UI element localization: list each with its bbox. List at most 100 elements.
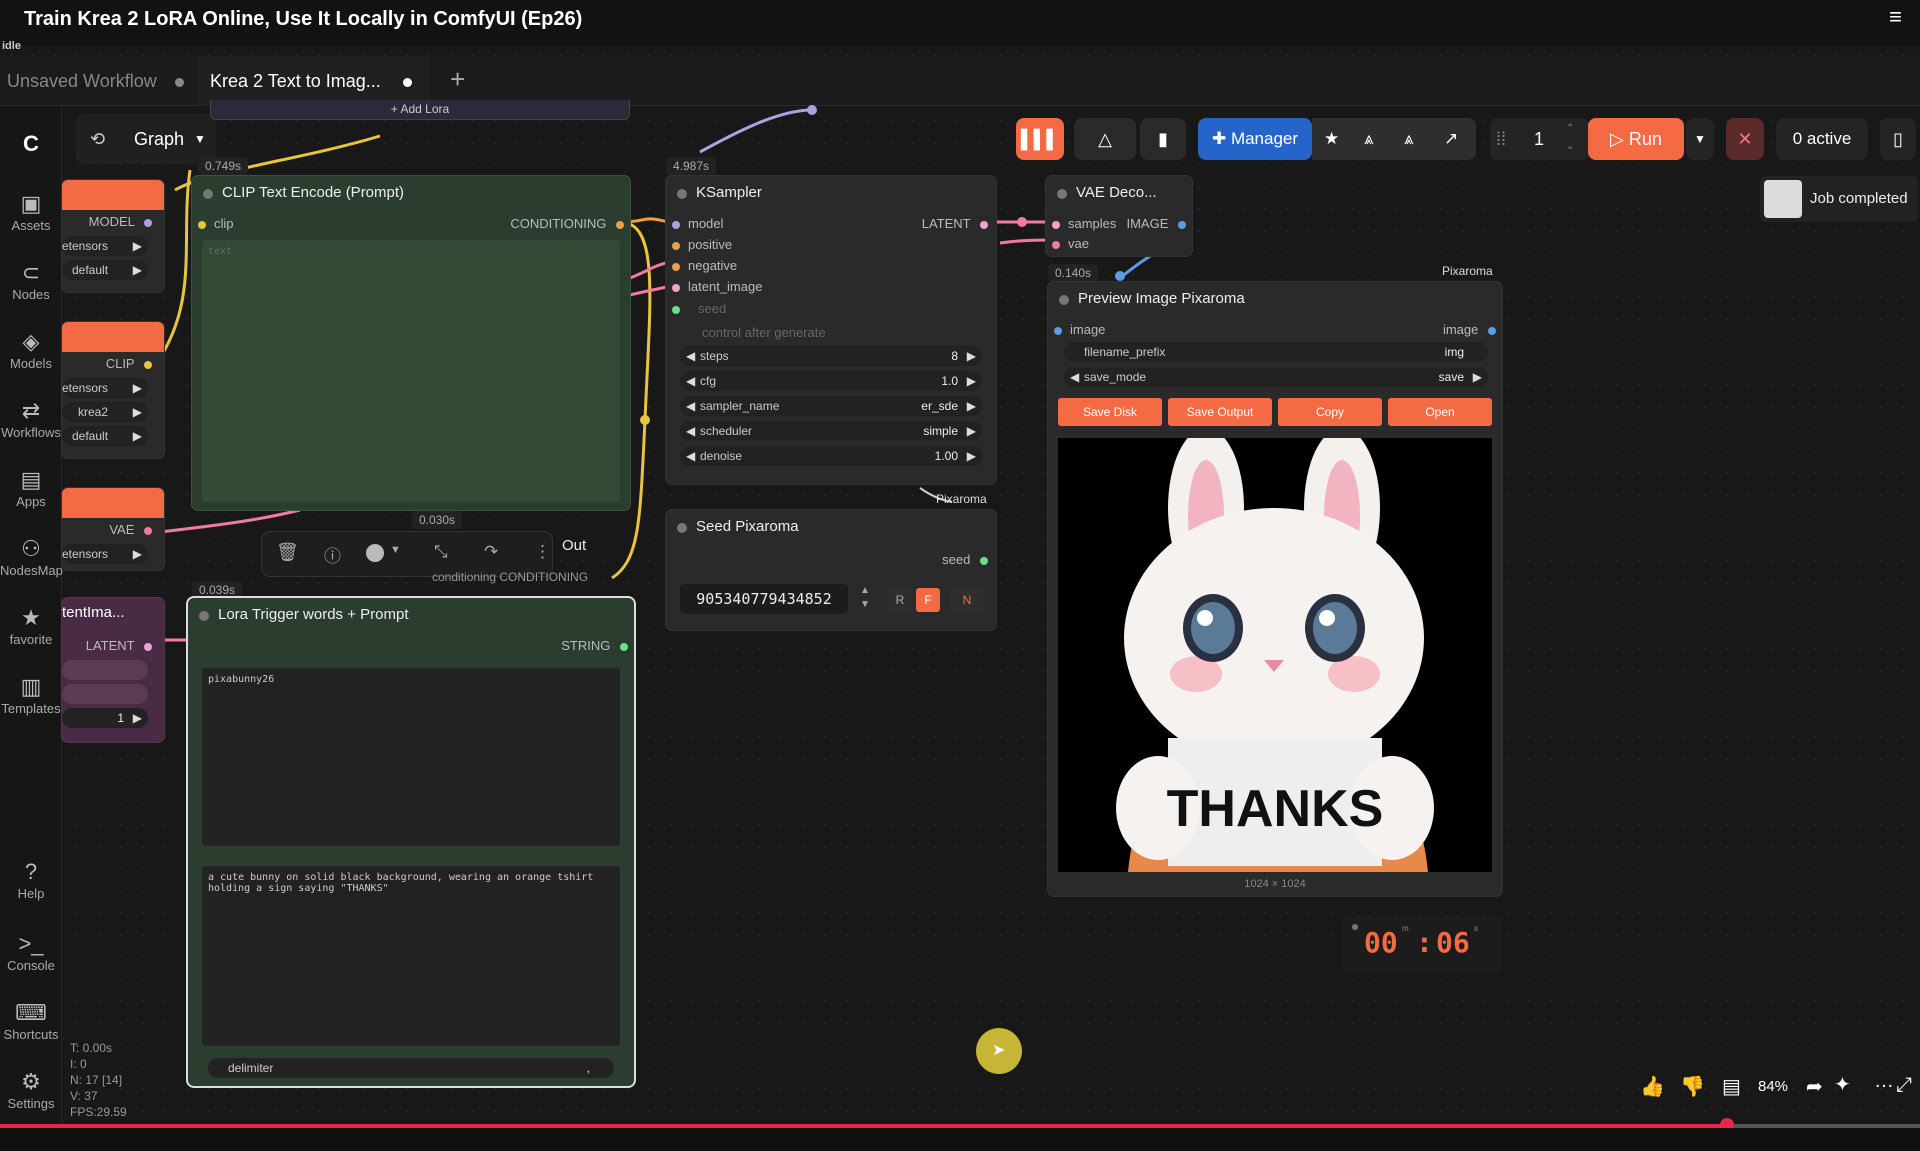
port-label: control after generate bbox=[702, 325, 826, 340]
latent-output[interactable]: LATENT bbox=[86, 638, 152, 653]
new-seed-button[interactable]: N bbox=[950, 588, 984, 612]
image-output[interactable]: image bbox=[1443, 322, 1496, 337]
more-icon[interactable]: ⋮ bbox=[534, 542, 551, 562]
seed-input[interactable]: seed bbox=[672, 301, 726, 316]
chevron-down-icon[interactable]: ▼ bbox=[390, 544, 401, 556]
open-button[interactable]: Open bbox=[1388, 398, 1492, 426]
run-options[interactable]: ▼ bbox=[1686, 118, 1714, 160]
empty-latent-node[interactable]: tentIma... LATENT 1 ▶ bbox=[62, 598, 164, 742]
sampler-name-widget[interactable]: ◀ sampler_name er_sde ▶ bbox=[680, 396, 982, 416]
node-icon[interactable]: ⩓ bbox=[1404, 118, 1414, 160]
vae-output[interactable]: VAE bbox=[109, 522, 152, 537]
more-icon[interactable]: … bbox=[1874, 1070, 1894, 1093]
widget-height[interactable] bbox=[62, 684, 148, 704]
bypass-icon[interactable]: ↷ bbox=[484, 542, 498, 562]
seed-output[interactable]: seed bbox=[942, 552, 988, 567]
widget-dtype[interactable]: default ▶ bbox=[62, 260, 148, 280]
share-icon[interactable]: ↗ bbox=[1444, 118, 1458, 160]
widget-type[interactable]: krea2 ▶ bbox=[62, 402, 148, 422]
scheduler-widget[interactable]: ◀ scheduler simple ▶ bbox=[680, 421, 982, 441]
port-dot-icon bbox=[1178, 220, 1186, 229]
vae-input[interactable]: vae bbox=[1052, 236, 1089, 251]
add-lora-button[interactable]: + Add Lora bbox=[210, 100, 630, 120]
conditioning-output[interactable]: CONDITIONING bbox=[510, 216, 624, 231]
active-label: 0 active bbox=[1792, 129, 1852, 148]
fit-view-icon[interactable]: ⤢ bbox=[1896, 1074, 1912, 1097]
dislike-icon[interactable]: 👎 bbox=[1680, 1074, 1705, 1099]
cfg-widget[interactable]: ◀ cfg 1.0 ▶ bbox=[680, 371, 982, 391]
zoom-level[interactable]: 84% bbox=[1758, 1078, 1788, 1095]
widget-width[interactable] bbox=[62, 660, 148, 680]
port-label: LATENT bbox=[921, 216, 971, 231]
play-icon: ▷ bbox=[1610, 129, 1624, 149]
clip-output[interactable]: CLIP bbox=[106, 356, 152, 371]
delete-icon[interactable]: 🗑 bbox=[276, 542, 299, 563]
job-completed-toast[interactable]: Job completed bbox=[1760, 176, 1918, 222]
steps-widget[interactable]: ◀ steps 8 ▶ bbox=[680, 346, 982, 366]
fixed-button[interactable]: F bbox=[916, 588, 940, 612]
image-output[interactable]: IMAGE bbox=[1126, 216, 1186, 231]
pixaroma-badge: Pixaroma bbox=[1442, 264, 1493, 278]
model-input[interactable]: model bbox=[672, 216, 723, 231]
ksampler-node[interactable]: KSampler model positive negative latent_… bbox=[666, 176, 996, 484]
lora-trigger-prompt-node[interactable]: Lora Trigger words + Prompt STRING pixab… bbox=[188, 598, 634, 1086]
widget-batch[interactable]: 1 ▶ bbox=[62, 708, 148, 728]
model-loader-node[interactable]: MODEL etensors ▶ default ▶ bbox=[62, 180, 164, 292]
model-output[interactable]: MODEL bbox=[89, 214, 152, 229]
seed-stepper[interactable]: ▲ ▼ bbox=[860, 584, 870, 612]
widget-vae-name[interactable]: etensors ▶ bbox=[62, 544, 148, 564]
widget-ckpt[interactable]: etensors ▶ bbox=[62, 236, 148, 256]
string-output[interactable]: STRING bbox=[561, 638, 628, 653]
model-icon[interactable]: ⩓ bbox=[1364, 118, 1374, 160]
widget-clip-name[interactable]: etensors ▶ bbox=[62, 378, 148, 398]
vae-loader-node[interactable]: VAE etensors ▶ bbox=[62, 488, 164, 570]
latent-image-input[interactable]: latent_image bbox=[672, 279, 762, 294]
queue-stepper[interactable]: ⌃ ⌄ bbox=[1566, 120, 1574, 156]
widget-value: 1.0 bbox=[941, 374, 958, 388]
panel-toggle[interactable]: ▯ bbox=[1880, 118, 1916, 160]
negative-input[interactable]: negative bbox=[672, 258, 737, 273]
comment-icon[interactable]: ▤ bbox=[1722, 1074, 1741, 1099]
cancel-button[interactable]: ✕ bbox=[1726, 118, 1764, 160]
trigger-words-textarea[interactable]: pixabunny26 bbox=[202, 668, 620, 846]
delimiter-widget[interactable]: delimiter, bbox=[208, 1058, 614, 1078]
seed-value-field[interactable]: 905340779434852 bbox=[680, 584, 848, 614]
prompt-textarea[interactable]: a cute bunny on solid black background, … bbox=[202, 866, 620, 1046]
save-mode-widget[interactable]: ◀ save_mode save ▶ bbox=[1064, 367, 1488, 387]
samples-input[interactable]: samples bbox=[1052, 216, 1116, 231]
save-output-button[interactable]: Save Output bbox=[1168, 398, 1272, 426]
color-icon[interactable] bbox=[366, 544, 384, 562]
bookmark-button[interactable]: ▮ bbox=[1140, 118, 1186, 160]
positive-input[interactable]: positive bbox=[672, 237, 732, 252]
star-icon[interactable]: ★ bbox=[1324, 118, 1339, 160]
widget-value: 1 bbox=[117, 711, 124, 725]
info-icon[interactable]: ⓘ bbox=[324, 542, 341, 567]
widget-device[interactable]: default ▶ bbox=[62, 426, 148, 446]
preview-image-node[interactable]: Preview Image Pixaroma image image filen… bbox=[1048, 282, 1502, 896]
sparkle-icon[interactable]: ✦ bbox=[1834, 1072, 1851, 1097]
collapse-icon[interactable]: ⤡ bbox=[434, 542, 448, 562]
copy-button[interactable]: Copy bbox=[1278, 398, 1382, 426]
clip-input[interactable]: clip bbox=[198, 216, 234, 231]
filename-prefix-widget[interactable]: filename_prefix img bbox=[1064, 342, 1488, 362]
active-queue-button[interactable]: 0 active bbox=[1776, 118, 1868, 160]
stats-button[interactable]: ▌▌▌ bbox=[1016, 118, 1064, 160]
image-input[interactable]: image bbox=[1054, 322, 1105, 337]
clip-text-encode-node[interactable]: CLIP Text Encode (Prompt) clip CONDITION… bbox=[192, 176, 630, 510]
run-button[interactable]: ▷ Run bbox=[1588, 118, 1684, 160]
queue-count[interactable]: ⁞⁞ 1 ⌃ ⌄ bbox=[1490, 118, 1590, 160]
vae-decode-node[interactable]: VAE Deco... samples vae IMAGE bbox=[1046, 176, 1192, 256]
clip-loader-node[interactable]: CLIP etensors ▶ krea2 ▶ default ▶ bbox=[62, 322, 164, 458]
comfyui-screen: { "video": { "title": "Train Krea 2 LoRA… bbox=[0, 0, 1920, 1151]
latent-output[interactable]: LATENT bbox=[922, 216, 988, 231]
random-button[interactable]: R bbox=[888, 588, 912, 612]
share-icon[interactable]: ➦ bbox=[1806, 1074, 1823, 1099]
prompt-textarea[interactable]: text bbox=[202, 240, 620, 502]
pixaroma-logo-button[interactable]: △ bbox=[1074, 118, 1136, 160]
denoise-widget[interactable]: ◀ denoise 1.00 ▶ bbox=[680, 446, 982, 466]
save-disk-button[interactable]: Save Disk bbox=[1058, 398, 1162, 426]
like-icon[interactable]: 👍 bbox=[1640, 1074, 1665, 1099]
manager-button[interactable]: ✚ Manager bbox=[1198, 118, 1312, 160]
arrow-left-icon: ◀ bbox=[686, 399, 696, 413]
seed-pixaroma-node[interactable]: Seed Pixaroma seed 905340779434852 ▲ ▼ R … bbox=[666, 510, 996, 630]
